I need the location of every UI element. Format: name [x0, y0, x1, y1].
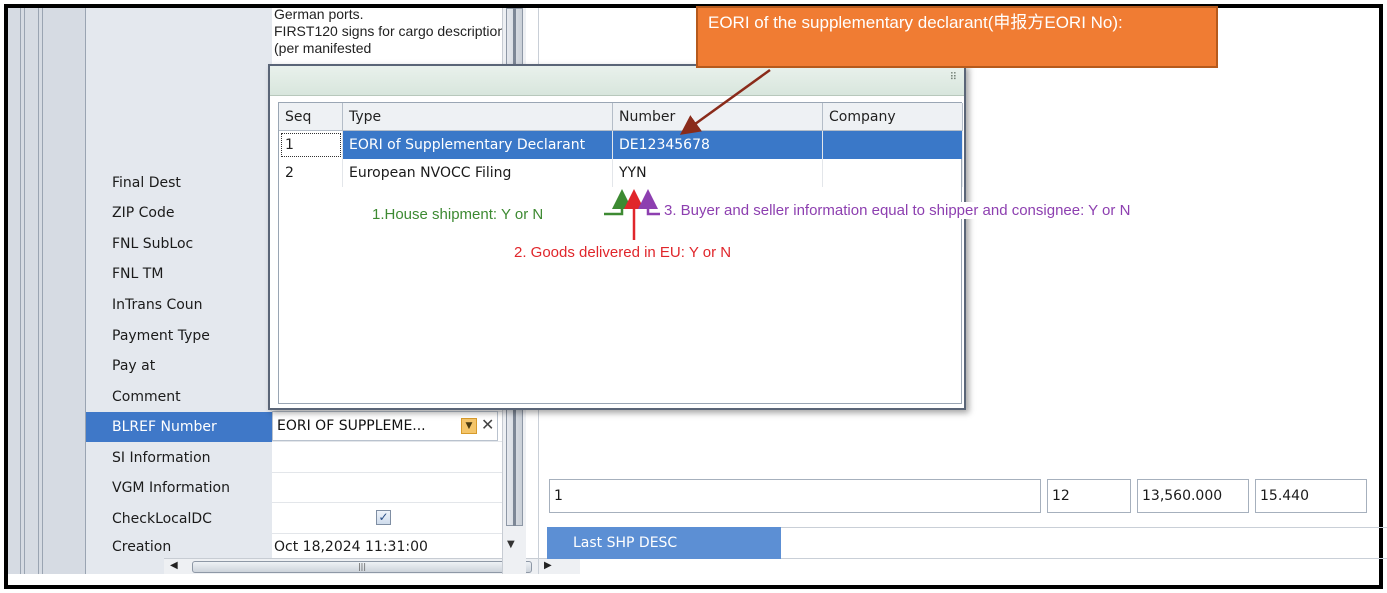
annotation-house-shipment: 1.House shipment: Y or N — [372, 206, 544, 223]
callout-arrow — [679, 68, 771, 135]
annotation-buyer-seller: 3. Buyer and seller information equal to… — [664, 202, 1131, 219]
house-shipment-arrow — [604, 189, 632, 216]
buyer-seller-arrow — [638, 189, 660, 216]
annotation-arrows — [604, 68, 771, 240]
annotation-goods-delivered: 2. Goods delivered in EU: Y or N — [514, 244, 732, 261]
